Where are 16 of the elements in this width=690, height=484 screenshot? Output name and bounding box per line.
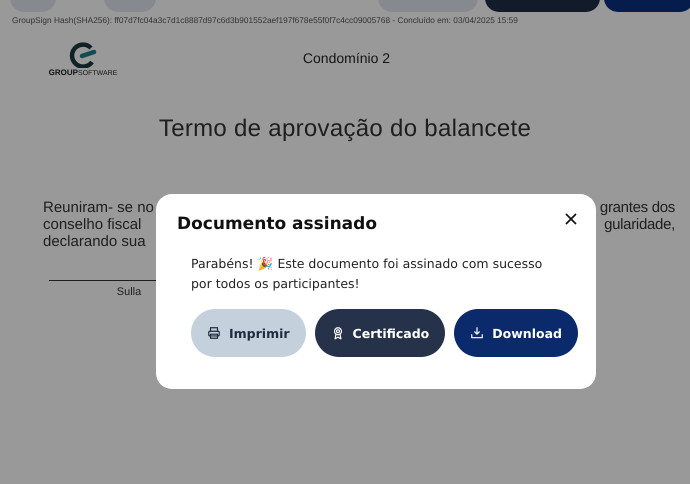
- paragraph-text: declarando sua: [43, 233, 146, 250]
- download-icon: [470, 326, 484, 340]
- dialog-title: Documento assinado: [177, 214, 377, 234]
- print-button[interactable]: Imprimir: [191, 309, 306, 357]
- document-header: Condomínio 2: [302, 50, 390, 66]
- close-icon: [564, 212, 578, 226]
- paragraph-text: Reuniram- se no: [43, 199, 154, 216]
- hash-line: GroupSign Hash(SHA256): ff07d7fc04a3c7d1c8887d97c6d3b901552aef197f678e55f0f7c4cc09005768 - Concluído em: 03/04/2025 15:59: [11, 14, 519, 27]
- certificate-button[interactable]: Certificado: [314, 309, 446, 357]
- logo-icon: [69, 42, 97, 68]
- printer-icon: [207, 326, 221, 340]
- download-button[interactable]: Download: [454, 309, 578, 357]
- document-title: Termo de aprovação do balancete: [158, 115, 532, 143]
- paragraph-text: conselho fiscal: [43, 216, 142, 233]
- paragraph-text: gularidade,: [604, 216, 675, 233]
- paragraph-text: grantes dos: [600, 199, 675, 216]
